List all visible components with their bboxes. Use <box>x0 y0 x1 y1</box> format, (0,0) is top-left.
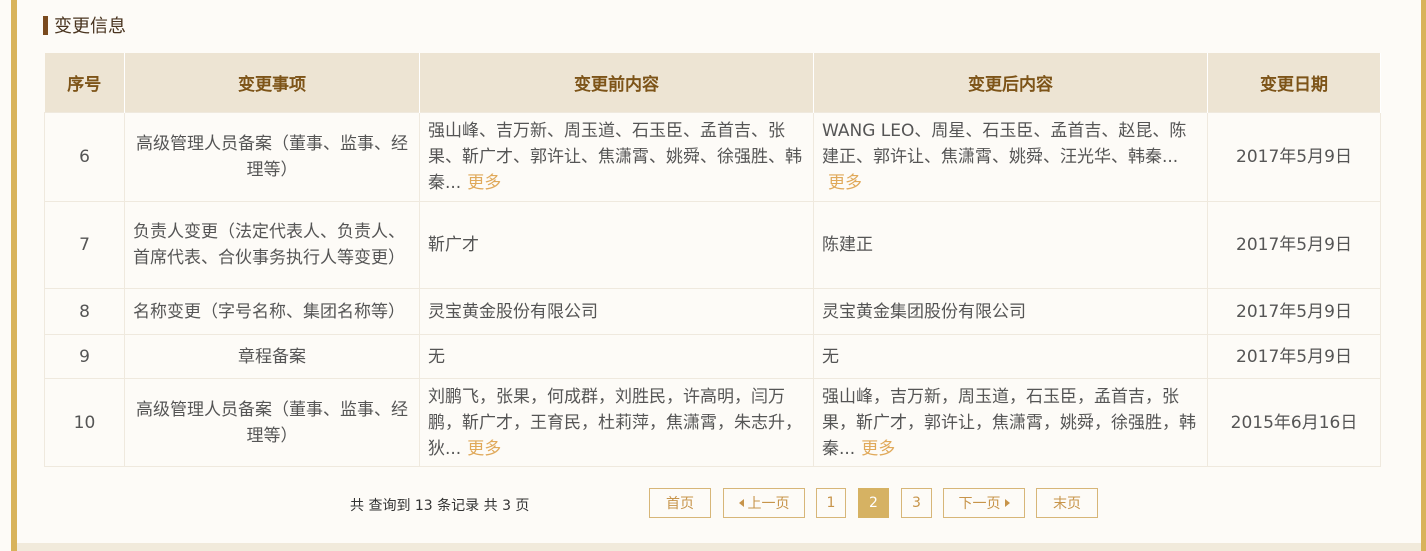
more-link[interactable]: 更多 <box>467 439 501 459</box>
row-before: 灵宝黄金股份有限公司 <box>419 288 814 335</box>
row-item: 负责人变更（法定代表人、负责人、首席代表、合伙事务执行人等变更） <box>124 201 420 289</box>
more-link[interactable]: 更多 <box>467 173 501 193</box>
header-no: 序号 <box>44 53 125 113</box>
header-item: 变更事项 <box>124 53 420 113</box>
row-item: 名称变更（字号名称、集团名称等） <box>124 288 420 335</box>
change-info-table: 序号 变更事项 变更前内容 变更后内容 变更日期 6 高级管理人员备案（董事、监… <box>44 53 1381 467</box>
table-row: 9 章程备案 无 无 2017年5月9日 <box>44 334 1381 379</box>
after-text: 无 <box>822 346 839 367</box>
after-text: 灵宝黄金集团股份有限公司 <box>822 301 1026 322</box>
row-before: 刘鹏飞，张果，何成群，刘胜民，许高明，闫万鹏，靳广才，王育民，杜莉萍，焦潇霄，朱… <box>419 378 814 467</box>
more-link[interactable]: 更多 <box>861 439 895 459</box>
page-button-3[interactable]: 3 <box>901 488 932 518</box>
before-text: 无 <box>428 346 445 367</box>
row-after: WANG LEO、周星、石玉臣、孟首吉、赵昆、陈建正、郭许让、焦潇霄、姚舜、汪光… <box>813 112 1208 202</box>
table-row: 8 名称变更（字号名称、集团名称等） 灵宝黄金股份有限公司 灵宝黄金集团股份有限… <box>44 288 1381 335</box>
row-item: 高级管理人员备案（董事、监事、经理等） <box>124 112 420 202</box>
row-date: 2017年5月9日 <box>1207 334 1381 379</box>
before-text: 靳广才 <box>428 235 479 255</box>
row-before: 无 <box>419 334 814 379</box>
row-date: 2015年6月16日 <box>1207 378 1381 467</box>
next-page-label: 下一页 <box>958 496 1001 512</box>
row-after: 无 <box>813 334 1208 379</box>
table-header-row: 序号 变更事项 变更前内容 变更后内容 变更日期 <box>44 53 1381 113</box>
header-after: 变更后内容 <box>813 53 1208 113</box>
page-button-1[interactable]: 1 <box>816 488 846 518</box>
row-date: 2017年5月9日 <box>1207 112 1381 202</box>
page-frame: 变更信息 序号 变更事项 变更前内容 变更后内容 变更日期 6 高级管理人员备案… <box>0 0 1426 551</box>
more-link[interactable]: 更多 <box>828 173 862 193</box>
after-text: 陈建正 <box>822 235 873 255</box>
row-item: 章程备案 <box>124 334 420 379</box>
row-before: 强山峰、吉万新、周玉道、石玉臣、孟首吉、张果、靳广才、郭许让、焦潇霄、姚舜、徐强… <box>419 112 814 202</box>
row-no: 8 <box>44 288 125 335</box>
table-row: 7 负责人变更（法定代表人、负责人、首席代表、合伙事务执行人等变更） 靳广才 陈… <box>44 201 1381 289</box>
row-no: 7 <box>44 201 125 289</box>
triangle-right-icon <box>1004 499 1010 507</box>
prev-page-button[interactable]: 上一页 <box>723 488 805 518</box>
row-after: 灵宝黄金集团股份有限公司 <box>813 288 1208 335</box>
pagination-summary: 共 查询到 13 条记录 共 3 页 <box>350 498 530 514</box>
page-button-2[interactable]: 2 <box>858 488 889 518</box>
triangle-left-icon <box>738 499 744 507</box>
table-row: 6 高级管理人员备案（董事、监事、经理等） 强山峰、吉万新、周玉道、石玉臣、孟首… <box>44 112 1381 202</box>
last-page-label: 末页 <box>1053 496 1081 512</box>
row-after: 陈建正 <box>813 201 1208 289</box>
page-number: 1 <box>826 495 836 511</box>
header-date: 变更日期 <box>1207 53 1381 113</box>
last-page-button[interactable]: 末页 <box>1036 488 1098 518</box>
row-no: 6 <box>44 112 125 202</box>
first-page-button[interactable]: 首页 <box>649 488 711 518</box>
pagination: 共 查询到 13 条记录 共 3 页 首页 上一页 1 2 3 下一页 末页 <box>44 488 1380 520</box>
row-no: 10 <box>44 378 125 467</box>
bottom-divider <box>17 543 1421 551</box>
page-number: 3 <box>912 495 921 511</box>
after-text: WANG LEO、周星、石玉臣、孟首吉、赵昆、陈建正、郭许让、焦潇霄、姚舜、汪光… <box>822 121 1187 167</box>
section-marker <box>43 15 48 35</box>
section-title: 变更信息 <box>54 16 126 37</box>
next-page-button[interactable]: 下一页 <box>943 488 1025 518</box>
table-row: 10 高级管理人员备案（董事、监事、经理等） 刘鹏飞，张果，何成群，刘胜民，许高… <box>44 378 1381 467</box>
page-number: 2 <box>869 495 878 511</box>
row-date: 2017年5月9日 <box>1207 288 1381 335</box>
section-header: 变更信息 <box>43 12 126 38</box>
prev-page-label: 上一页 <box>747 496 790 512</box>
header-before: 变更前内容 <box>419 53 814 113</box>
row-date: 2017年5月9日 <box>1207 201 1381 289</box>
before-text: 灵宝黄金股份有限公司 <box>428 301 598 322</box>
first-page-label: 首页 <box>666 496 694 512</box>
row-after: 强山峰，吉万新，周玉道，石玉臣，孟首吉，张果，靳广才，郭许让，焦潇霄，姚舜，徐强… <box>813 378 1208 467</box>
row-before: 靳广才 <box>419 201 814 289</box>
row-item: 高级管理人员备案（董事、监事、经理等） <box>124 378 420 467</box>
row-no: 9 <box>44 334 125 379</box>
